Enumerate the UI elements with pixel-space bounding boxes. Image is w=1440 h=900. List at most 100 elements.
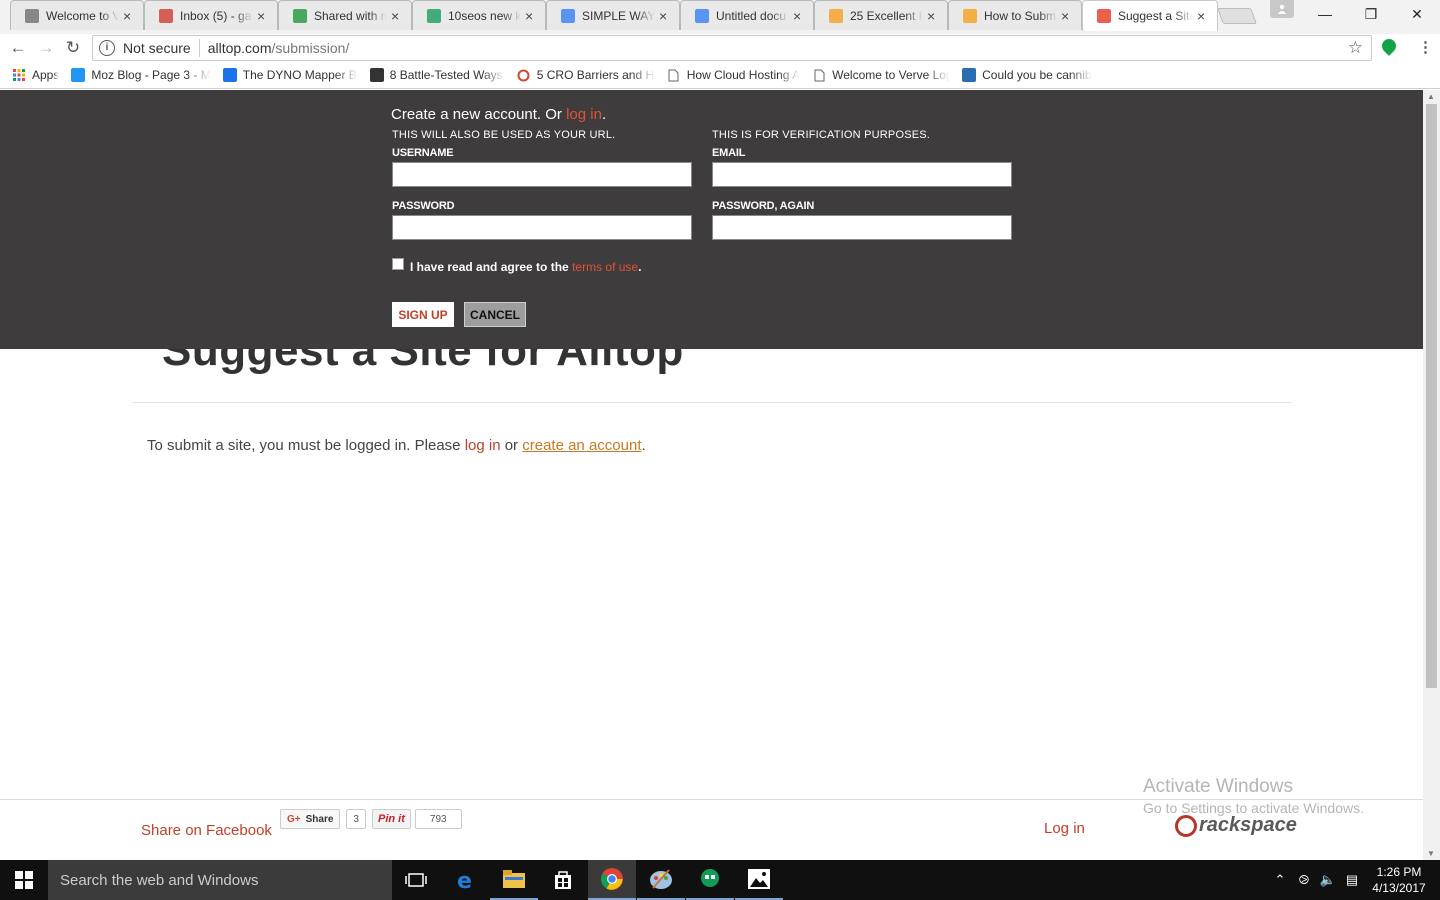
window-controls: — ❐ ✕ — [1302, 0, 1440, 28]
create-account-link[interactable]: create an account — [522, 437, 641, 454]
extension-icon[interactable] — [1379, 36, 1399, 56]
close-tab-icon[interactable]: × — [793, 8, 805, 24]
docs-icon — [561, 8, 575, 23]
taskbar-search-input[interactable]: Search the web and Windows — [48, 860, 392, 900]
terms-checkbox[interactable] — [392, 258, 404, 270]
security-label: Not secure — [123, 40, 191, 56]
tab-1[interactable]: Welcome to V × — [10, 0, 144, 30]
close-tab-icon[interactable]: × — [1061, 8, 1073, 24]
close-window-icon[interactable]: ✕ — [1394, 0, 1440, 28]
url-text[interactable]: alltop.com/submission/ — [208, 40, 350, 56]
tab-title: 25 Excellent F — [850, 8, 923, 23]
signup-button[interactable]: SIGN UP — [392, 302, 454, 327]
hangouts-icon[interactable] — [686, 860, 734, 900]
info-icon[interactable]: i — [99, 40, 115, 56]
scroll-down-icon[interactable]: ▼ — [1427, 849, 1435, 858]
username-input[interactable] — [392, 162, 692, 187]
tab-2[interactable]: Inbox (5) - ga × — [144, 0, 278, 30]
address-bar[interactable]: i Not secure alltop.com/submission/ ☆ — [92, 35, 1372, 61]
clock[interactable]: 1:26 PM 4/13/2017 — [1364, 864, 1434, 896]
apps-grid-icon — [12, 68, 26, 82]
store-icon[interactable] — [539, 860, 587, 900]
close-tab-icon[interactable]: × — [123, 8, 135, 24]
browser-window: Welcome to V × Inbox (5) - ga × Shared with … — [0, 0, 1440, 900]
wifi-icon[interactable]: ⧁ — [1292, 872, 1316, 888]
back-icon[interactable]: ← — [8, 38, 28, 58]
tab-5[interactable]: SIMPLE WAYS × — [546, 0, 680, 30]
bookmark-star-icon[interactable]: ☆ — [1348, 38, 1363, 58]
minimize-icon[interactable]: — — [1302, 0, 1348, 28]
bookmark-item[interactable]: The DYNO Mapper Bl — [222, 68, 358, 82]
tab-4[interactable]: 10seos new k × — [412, 0, 546, 30]
login-required-message: To submit a site, you must be logged in.… — [147, 437, 646, 454]
password-input[interactable] — [392, 215, 692, 240]
tab-3[interactable]: Shared with m × — [278, 0, 412, 30]
tab-title: SIMPLE WAYS — [582, 8, 655, 23]
paint-icon[interactable] — [637, 860, 685, 900]
page-icon — [812, 68, 826, 82]
bookmark-item[interactable]: How Cloud Hosting A — [667, 68, 800, 82]
bookmark-item[interactable]: 8 Battle-Tested Ways t — [369, 68, 505, 82]
reload-icon[interactable]: ↻ — [63, 38, 83, 58]
bookmark-item[interactable]: 5 CRO Barriers and Ho — [517, 68, 655, 82]
rackspace-logo[interactable]: rackspace — [1175, 814, 1297, 837]
chrome-icon[interactable] — [588, 860, 636, 900]
pin-count: 793 — [414, 809, 462, 829]
menu-kebab-icon[interactable]: ⋮ — [1418, 38, 1433, 56]
scroll-up-icon[interactable]: ▲ — [1427, 92, 1435, 101]
cancel-button[interactable]: CANCEL — [464, 302, 526, 327]
edge-icon[interactable]: e — [442, 860, 490, 900]
close-tab-icon[interactable]: × — [525, 8, 537, 24]
doc-icon — [25, 8, 39, 23]
login-link[interactable]: log in — [465, 437, 501, 454]
bookmark-item[interactable]: Apps — [12, 68, 59, 82]
tab-6[interactable]: Untitled docu × — [680, 0, 814, 30]
task-view-icon[interactable] — [392, 860, 440, 900]
close-tab-icon[interactable]: × — [927, 8, 939, 24]
signup-title: Create a new account. Or log in. — [391, 106, 607, 123]
docs-icon — [695, 8, 709, 23]
system-tray: ⌃ ⧁ 🔈 ▤ 1:26 PM 4/13/2017 — [1268, 860, 1440, 900]
signup-panel: Create a new account. Or log in. THIS WI… — [0, 90, 1423, 349]
share-facebook-link[interactable]: Share on Facebook — [141, 822, 272, 839]
file-explorer-icon[interactable] — [490, 860, 538, 900]
close-tab-icon[interactable]: × — [1197, 8, 1209, 24]
photos-icon[interactable] — [735, 860, 783, 900]
page-scrollbar[interactable]: ▲ ▼ — [1423, 90, 1440, 860]
scrollbar-thumb[interactable] — [1426, 104, 1437, 688]
password-again-input[interactable] — [712, 215, 1012, 240]
close-tab-icon[interactable]: × — [391, 8, 403, 24]
gplus-share-button[interactable]: G+ Share — [280, 809, 341, 829]
close-tab-icon[interactable]: × — [257, 8, 269, 24]
terms-link[interactable]: terms of use — [572, 260, 638, 274]
footer-login-link[interactable]: Log in — [1044, 820, 1085, 837]
bookmark-item[interactable]: Welcome to Verve Log — [812, 68, 950, 82]
windows-logo-icon — [15, 871, 33, 889]
overlay-login-link[interactable]: log in — [566, 106, 602, 123]
tab-9[interactable]: Suggest a Site × — [1082, 0, 1218, 31]
bookmark-item[interactable]: Moz Blog - Page 3 - M — [71, 68, 211, 82]
sheets-icon — [427, 8, 441, 23]
profile-icon[interactable] — [1270, 0, 1294, 18]
pin-it-button[interactable]: Pin it — [372, 809, 411, 829]
tab-8[interactable]: How to Subm × — [948, 0, 1082, 30]
restore-icon[interactable]: ❐ — [1348, 0, 1394, 28]
new-tab-button[interactable] — [1217, 8, 1257, 24]
volume-muted-icon[interactable]: 🔈 — [1316, 872, 1340, 888]
gplus-count: 3 — [346, 809, 366, 829]
rackspace-icon — [1175, 814, 1197, 837]
divider — [132, 402, 1292, 403]
tab-7[interactable]: 25 Excellent F × — [814, 0, 948, 30]
tab-title: Shared with m — [314, 8, 387, 23]
forward-icon[interactable]: → — [36, 38, 56, 58]
chevron-up-icon[interactable]: ⌃ — [1268, 872, 1292, 888]
tab-title: Untitled docu — [716, 8, 787, 23]
gmail-icon — [159, 8, 173, 23]
close-tab-icon[interactable]: × — [659, 8, 671, 24]
terms-row: I have read and agree to the terms of us… — [392, 258, 641, 274]
bookmark-item[interactable]: Could you be canniba — [962, 68, 1092, 82]
start-button[interactable] — [0, 860, 48, 900]
email-input[interactable] — [712, 162, 1012, 187]
notifications-icon[interactable]: ▤ — [1340, 872, 1364, 888]
sej-icon — [369, 68, 384, 82]
